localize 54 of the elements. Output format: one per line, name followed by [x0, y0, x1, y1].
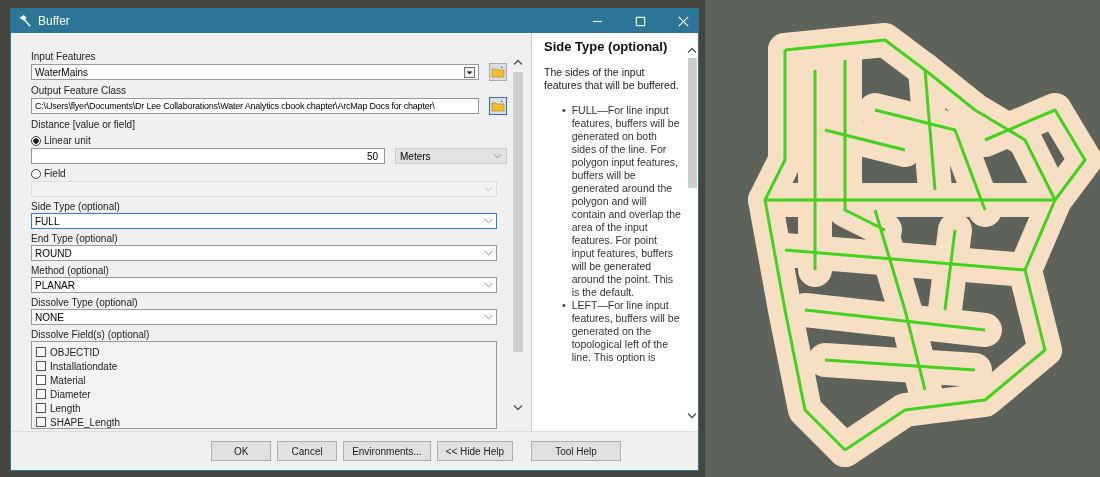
- unit-dropdown[interactable]: Meters: [395, 148, 507, 164]
- scroll-down-icon[interactable]: [513, 404, 523, 411]
- checkbox[interactable]: [36, 361, 46, 371]
- checkbox[interactable]: [36, 347, 46, 357]
- input-features-dropdown[interactable]: WaterMains: [31, 64, 479, 80]
- field-label: Distance [value or field]: [31, 119, 136, 131]
- distance-value-field[interactable]: 50: [31, 148, 385, 164]
- dialog-button[interactable]: Cancel: [277, 441, 338, 461]
- help-bullet-text: LEFT—For line input features, buffers will be generated on the topological left of the line. This option is: [571, 299, 681, 364]
- close-icon[interactable]: [677, 14, 690, 28]
- checkbox-label: Length: [50, 402, 81, 414]
- help-bullet-text: FULL—For line input features, buffers will be generated on both sides of the line. For polygon input features, buffers will be generated around the polygon and will contain and overlap the area of the input features. For point input features, buffers will be generated around the point. This is the default.: [571, 104, 682, 299]
- select-dropdown[interactable]: NONE: [31, 309, 497, 325]
- scroll-down-icon[interactable]: [687, 412, 697, 419]
- dialog-button[interactable]: Environments...: [343, 441, 431, 461]
- folder-icon[interactable]: [489, 97, 507, 115]
- radio-label: Linear unit: [44, 135, 91, 146]
- field-label: Output Feature Class: [31, 85, 128, 97]
- radio-button[interactable]: [31, 168, 41, 179]
- checkbox[interactable]: [36, 403, 46, 413]
- scrollbar-thumb[interactable]: [513, 72, 523, 352]
- checkbox-label: Diameter: [50, 388, 91, 400]
- output-path-field[interactable]: C:\Users\flyer\Documents\Dr Lee Collaborations\Water Analytics cbook chapter\ArcMap Docs for chapter\: [31, 98, 479, 114]
- dialog-button[interactable]: OK: [211, 441, 272, 461]
- field-label: Dissolve Field(s) (optional): [31, 329, 151, 341]
- radio-button[interactable]: [31, 135, 41, 146]
- checkbox[interactable]: [36, 417, 46, 427]
- checkbox-label: SHAPE_Length: [50, 416, 121, 428]
- scrollbar-thumb[interactable]: [687, 58, 697, 188]
- select-dropdown[interactable]: ROUND: [31, 245, 497, 261]
- help-title: Side Type (optional): [544, 39, 669, 54]
- bullet-marker: •: [562, 299, 566, 312]
- select-dropdown[interactable]: FULL: [31, 213, 497, 229]
- field-label: Input Features: [31, 51, 97, 63]
- bullet-marker: •: [562, 104, 566, 117]
- window-title: Buffer: [38, 14, 70, 28]
- checkbox[interactable]: [36, 389, 46, 399]
- checkbox-label: Material: [50, 374, 86, 386]
- maximize-icon[interactable]: [634, 14, 647, 28]
- scroll-up-icon[interactable]: [513, 59, 523, 66]
- field-label: Method (optional): [31, 265, 110, 277]
- checkbox[interactable]: [36, 375, 46, 385]
- select-dropdown[interactable]: PLANAR: [31, 277, 497, 293]
- dialog-button[interactable]: << Hide Help: [436, 441, 513, 461]
- field-label: Dissolve Type (optional): [31, 297, 139, 309]
- field-label: Side Type (optional): [31, 201, 121, 213]
- checkbox-label: OBJECTID: [50, 346, 100, 358]
- tool-help-button[interactable]: Tool Help: [531, 441, 621, 462]
- checkbox-label: Installationdate: [50, 360, 118, 372]
- scroll-up-icon[interactable]: [687, 47, 697, 54]
- field-label: End Type (optional): [31, 233, 119, 245]
- radio-label: Field: [44, 168, 66, 179]
- help-text: The sides of the input features that will be buffered.: [544, 66, 680, 92]
- hammer-icon: [19, 14, 32, 28]
